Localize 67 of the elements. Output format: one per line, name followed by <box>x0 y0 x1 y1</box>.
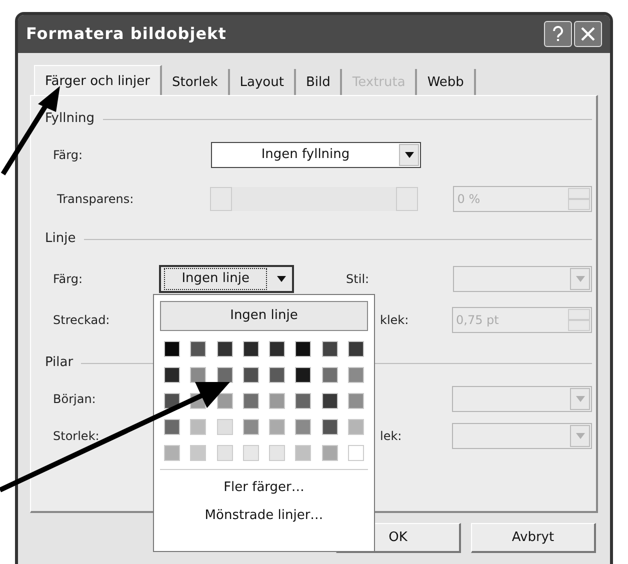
menu-item[interactable]: Mönstrade linjer… <box>204 506 324 525</box>
group-label: Linje <box>45 230 76 248</box>
field-label: Transparens: <box>57 191 135 208</box>
help-icon <box>552 26 564 42</box>
color-swatch[interactable] <box>295 445 312 461</box>
no-line-button[interactable]: Ingen linje <box>160 301 368 331</box>
caret-down-icon <box>576 276 584 282</box>
caret-down-icon <box>404 152 414 158</box>
help-button[interactable] <box>544 21 572 47</box>
color-swatch[interactable] <box>190 367 206 383</box>
dialog-button[interactable]: Avbryt <box>471 523 596 553</box>
caret-down-icon <box>276 276 286 282</box>
field-label: Början: <box>53 391 96 408</box>
color-swatch[interactable] <box>190 419 206 435</box>
color-swatch[interactable] <box>164 341 180 357</box>
color-swatch[interactable] <box>164 445 180 461</box>
color-swatch[interactable] <box>269 445 285 461</box>
window-title: Formatera bildobjekt <box>26 23 228 45</box>
color-swatch[interactable] <box>216 445 232 461</box>
color-swatch[interactable] <box>190 341 206 357</box>
color-swatch[interactable] <box>295 393 312 409</box>
color-swatch[interactable] <box>242 419 259 435</box>
field-label: Storlek: <box>53 428 100 445</box>
color-swatch[interactable] <box>242 341 259 357</box>
color-swatch[interactable] <box>322 419 338 435</box>
color-swatch[interactable] <box>216 393 232 409</box>
color-swatch[interactable] <box>269 393 285 409</box>
color-swatch[interactable] <box>216 419 232 435</box>
color-swatch[interactable] <box>269 367 285 383</box>
color-swatch[interactable] <box>348 341 364 357</box>
close-icon <box>581 27 595 41</box>
color-swatch[interactable] <box>348 445 364 461</box>
field-label: Streckad: <box>53 312 110 329</box>
color-swatch[interactable] <box>322 341 338 357</box>
field-label: Färg: <box>53 271 84 288</box>
caret-down-icon <box>576 433 584 439</box>
color-swatch[interactable] <box>295 367 312 383</box>
color-swatch[interactable] <box>322 445 338 461</box>
color-swatch[interactable] <box>164 367 180 383</box>
color-swatch[interactable] <box>190 445 206 461</box>
line-color-dropdown[interactable]: Ingen linje <box>159 265 294 293</box>
color-swatch[interactable] <box>295 419 312 435</box>
field-label: lek: <box>380 428 403 445</box>
field-label: Färg: <box>53 147 84 164</box>
color-swatch[interactable] <box>348 393 364 409</box>
color-swatch[interactable] <box>216 341 232 357</box>
menu-item[interactable]: Fler färger… <box>224 478 304 498</box>
caret-down-icon <box>576 396 584 402</box>
color-swatch[interactable] <box>269 419 285 435</box>
color-swatch[interactable] <box>322 367 338 383</box>
color-swatch[interactable] <box>242 393 259 409</box>
color-swatch[interactable] <box>348 419 364 435</box>
color-swatch[interactable] <box>322 393 338 409</box>
color-swatch[interactable] <box>242 367 259 383</box>
color-swatch[interactable] <box>269 341 285 357</box>
close-button[interactable] <box>574 21 602 47</box>
tab[interactable]: Färger och linjer <box>34 65 162 95</box>
color-swatch[interactable] <box>242 445 259 461</box>
color-swatch[interactable] <box>295 341 312 357</box>
group-label: Fyllning <box>45 110 95 128</box>
field-label: klek: <box>380 312 410 329</box>
color-swatch[interactable] <box>216 367 232 383</box>
fill-color-dropdown[interactable]: Ingen fyllning <box>211 142 421 168</box>
color-swatch[interactable] <box>164 419 180 435</box>
group-label: Pilar <box>45 354 74 372</box>
color-swatch[interactable] <box>348 367 364 383</box>
field-label: Stil: <box>346 271 370 288</box>
